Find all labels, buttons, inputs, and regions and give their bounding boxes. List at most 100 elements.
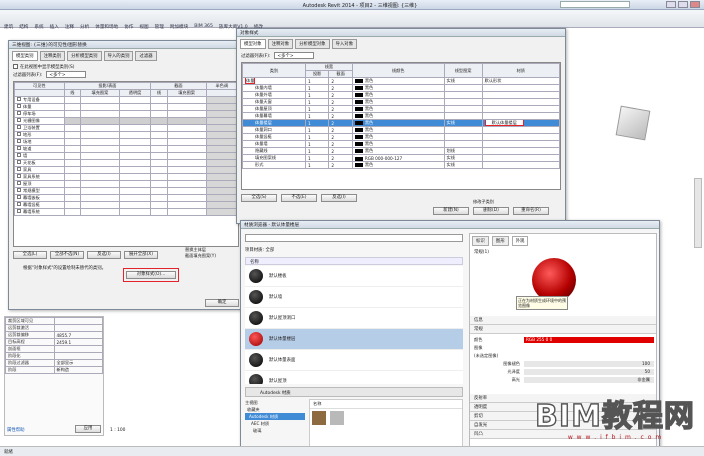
vg-cell[interactable] [63,103,82,111]
os-material[interactable] [481,147,560,155]
os-category-name[interactable]: 体量内墙 [242,84,306,92]
vg-row[interactable]: 家具 [14,166,238,174]
object-style-button[interactable]: 对象样式(O)... [126,271,176,279]
editor-tab[interactable]: 外观 [511,236,529,246]
vg-cell[interactable] [166,194,207,202]
material-list-item[interactable]: 默认墙 [245,287,463,308]
vg-cell[interactable] [205,152,238,160]
vg-row[interactable]: 幕墙嵌板 [14,194,238,202]
vg-row[interactable]: 坡道 [14,145,238,153]
vg-cell[interactable] [205,124,238,132]
vg-select-button[interactable]: 反选(I) [87,251,121,259]
os-line-pattern[interactable] [443,140,483,148]
vg-cell[interactable] [150,110,168,118]
os-category-name[interactable]: 体量墙 [242,140,306,148]
vg-category-name[interactable]: 光栅图像 [14,117,65,125]
vg-cell[interactable] [118,145,152,153]
vg-select-button[interactable]: 全选(L) [13,251,47,259]
vg-filter-select[interactable]: <多个> [46,71,87,78]
vg-cell[interactable] [205,201,238,209]
vg-cell[interactable] [150,166,168,174]
os-material[interactable] [481,112,560,120]
vg-cell[interactable] [166,152,207,160]
os-line-color[interactable]: 黑色 [351,84,445,92]
vg-cell[interactable] [118,187,152,195]
vg-cell[interactable] [63,159,82,167]
library-tree-item[interactable]: AEC 材质 [245,420,305,427]
vg-cell[interactable] [63,208,82,216]
os-line-pattern[interactable] [443,91,483,99]
vg-cell[interactable] [118,208,152,216]
vg-tab[interactable]: 过滤器 [135,51,157,61]
vg-cell[interactable] [166,145,207,153]
vg-cell[interactable] [80,208,120,216]
apply-button[interactable]: 应用 [75,425,101,433]
vg-cell[interactable] [150,124,168,132]
vg-category-name[interactable]: 地形 [14,131,65,139]
vg-category-name[interactable]: 专用设备 [14,96,65,104]
vg-row[interactable]: 家具系统 [14,173,238,181]
vg-category-name[interactable]: 卫浴装置 [14,124,65,132]
os-line-weight-projection[interactable]: 1 [304,105,330,113]
ribbon-tab[interactable]: 协作 [124,24,133,32]
vg-cell[interactable] [63,152,82,160]
os-line-weight-projection[interactable]: 1 [304,119,330,127]
os-row[interactable]: 体量竖梃 1 2 黑色 [242,133,560,141]
material-list-item[interactable]: 默认体量表面 [245,350,463,371]
os-category-name[interactable]: 体量竖梃 [242,133,306,141]
vg-ok-button[interactable]: 确定 [205,299,239,307]
os-line-weight-projection[interactable]: 1 [304,91,330,99]
vg-cell[interactable] [80,103,120,111]
vg-cell[interactable] [63,187,82,195]
vg-cell[interactable] [150,180,168,188]
vg-cell[interactable] [150,201,168,209]
vg-cell[interactable] [166,208,207,216]
vg-tab[interactable]: 注释类别 [39,51,66,61]
vg-cell[interactable] [118,180,152,188]
library-thumb[interactable] [312,411,326,425]
material-field-value[interactable] [524,345,654,351]
os-category-name[interactable]: 体量 [242,77,306,85]
help-search-input[interactable] [560,1,630,8]
vg-cell[interactable] [205,145,238,153]
vg-cell[interactable] [80,159,120,167]
os-material[interactable] [481,126,560,134]
property-value[interactable]: 新构造 [53,366,103,374]
os-line-pattern[interactable] [443,112,483,120]
vg-cell[interactable] [118,194,152,202]
os-line-color[interactable]: 黑色 [351,119,445,127]
os-line-weight-projection[interactable]: 1 [304,112,330,120]
vg-cell[interactable] [205,194,238,202]
os-row[interactable]: 体量外墙 1 2 黑色 [242,91,560,99]
os-select-button[interactable]: 反选(I) [321,194,357,202]
os-material[interactable] [481,105,560,113]
ribbon-tab[interactable]: BIM 365 [194,24,213,32]
os-line-weight-cut[interactable]: 2 [328,140,353,148]
vg-cell[interactable] [80,152,120,160]
view-scale[interactable]: 1 : 100 [110,428,125,433]
library-thumb[interactable] [330,411,344,425]
vg-cell[interactable] [166,117,207,125]
os-material[interactable] [481,140,560,148]
property-value[interactable]: 全部显示 [53,359,103,367]
os-line-pattern[interactable]: 划线 [443,147,483,155]
vg-row[interactable]: 常规模型 [14,187,238,195]
vg-row[interactable]: 墙 [14,152,238,160]
vg-row[interactable]: 地形 [14,131,238,139]
vg-cell[interactable] [80,180,120,188]
vg-cell[interactable] [205,110,238,118]
os-line-weight-projection[interactable]: 1 [304,133,330,141]
close-button[interactable] [690,1,700,8]
os-line-weight-projection[interactable]: 1 [304,147,330,155]
vg-cell[interactable] [205,131,238,139]
section-info[interactable]: 信息 [470,316,656,325]
show-model-categories-checkbox[interactable] [13,64,18,69]
vg-cell[interactable] [80,201,120,209]
editor-tab[interactable]: 图形 [491,236,509,246]
vg-cell[interactable] [205,208,238,216]
vg-cell[interactable] [80,110,120,118]
material-list-item[interactable]: 默认楼板 [245,266,463,287]
vg-category-name[interactable]: 体量 [14,103,65,111]
section-general[interactable]: 常规 [470,325,656,334]
os-line-weight-cut[interactable]: 2 [328,98,353,106]
